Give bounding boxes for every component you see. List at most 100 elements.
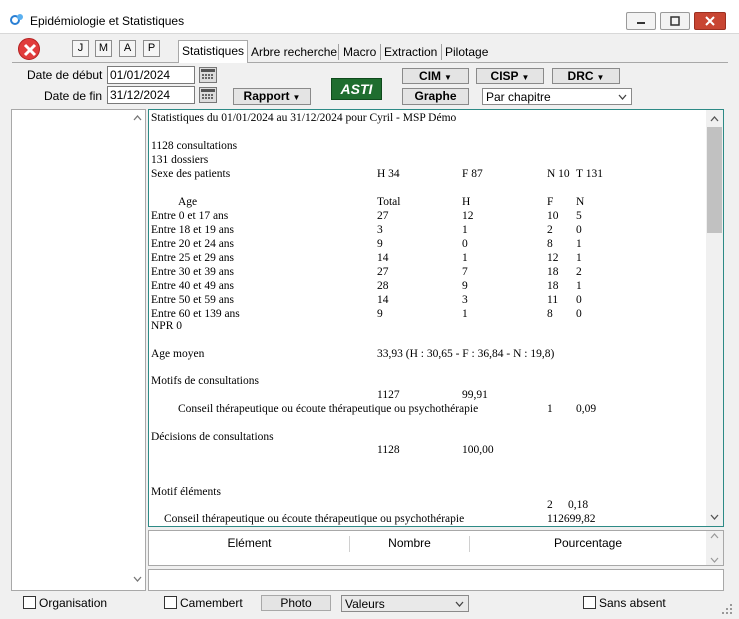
decisions-label: Décisions de consultations [151,431,274,443]
rapport-label: Rapport [243,89,290,103]
calendar-icon[interactable] [199,67,217,83]
tab-statistiques[interactable]: Statistiques [178,40,249,63]
column-header-element[interactable]: Elément [150,536,350,552]
age-row-h: 1 [462,308,468,320]
scroll-down-icon[interactable] [133,576,142,582]
report-heading: Statistiques du 01/01/2024 au 31/12/2024… [151,112,457,124]
age-row-h: 1 [462,252,468,264]
red-close-icon [23,43,37,57]
age-row-h: 12 [462,210,474,222]
age-row-n: 5 [576,210,582,222]
asti-logo[interactable]: ASTI [331,78,382,100]
cim-button[interactable]: CIM ▼ [402,68,469,84]
date-debut-label: Date de début [27,68,103,82]
scroll-up-icon[interactable] [133,115,142,121]
decisions-pct: 100,00 [462,444,494,456]
status-panel [148,569,724,591]
column-header-nombre[interactable]: Nombre [350,536,470,552]
red-close-button[interactable] [18,38,40,60]
tab-arbre-recherche[interactable]: Arbre recherche [248,42,340,62]
minimize-button[interactable] [626,12,656,30]
motif-item-pct: 0,09 [576,403,597,415]
age-row-label: Entre 30 et 39 ans [151,266,235,278]
age-row-total: 27 [377,266,389,278]
calendar-icon[interactable] [199,87,217,103]
cisp-label: CISP [490,69,519,83]
column-header-pourcentage[interactable]: Pourcentage [470,536,706,552]
rapport-button[interactable]: Rapport ▼ [233,88,311,105]
age-row-label: Entre 40 et 49 ans [151,280,235,292]
scroll-up-icon[interactable] [710,116,719,122]
photo-button[interactable]: Photo [261,595,331,611]
age-row-n: 0 [576,294,582,306]
scroll-down-icon[interactable] [710,514,719,520]
valeurs-select[interactable]: Valeurs [341,595,469,612]
age-row-total: 14 [377,294,389,306]
period-day-button[interactable]: J [72,40,89,57]
date-fin-input[interactable] [107,86,195,104]
resize-grip-icon[interactable] [720,602,734,616]
decisions-count: 1128 [377,444,400,456]
chapitre-select[interactable]: Par chapitre [482,88,632,105]
motif-item-label: Conseil thérapeutique ou écoute thérapeu… [178,403,479,415]
elem-count: 2 [547,499,553,511]
scroll-up-icon[interactable] [710,533,719,539]
elem-pct: 0,18 [568,499,589,511]
drc-button[interactable]: DRC ▼ [552,68,620,84]
motif-item-count: 1 [547,403,553,415]
report-scroll-thumb[interactable] [707,127,722,233]
sans-absent-label: Sans absent [599,596,666,610]
age-header-h: H [462,196,471,208]
sexe-h: H 34 [377,168,400,180]
cim-label: CIM [419,69,442,83]
chapitre-select-value: Par chapitre [486,90,551,104]
maximize-icon [670,16,680,26]
close-window-button[interactable] [694,12,726,30]
age-row-f: 8 [547,238,553,250]
period-custom-button[interactable]: P [143,40,160,57]
cisp-button[interactable]: CISP ▼ [476,68,544,84]
tab-divider [12,62,728,63]
camembert-label: Camembert [180,596,243,610]
camembert-checkbox[interactable] [164,596,177,609]
age-row-label: Entre 20 et 24 ans [151,238,235,250]
age-row-total: 28 [377,280,389,292]
elem-item-label: Conseil thérapeutique ou écoute thérapeu… [164,513,465,525]
left-scrollbar[interactable] [130,110,145,590]
valeurs-select-value: Valeurs [345,597,385,611]
scroll-down-icon[interactable] [710,557,719,563]
age-row-label: Entre 18 et 19 ans [151,224,235,236]
chevron-down-icon [455,601,464,607]
motifs-count: 1127 [377,389,400,401]
title-bar: Epidémiologie et Statistiques [0,0,739,34]
sexe-n: N 10 [547,168,570,180]
age-row-h: 3 [462,294,468,306]
age-row-label: Entre 0 et 17 ans [151,210,229,222]
age-row-total: 27 [377,210,389,222]
age-row-n: 2 [576,266,582,278]
sexe-label: Sexe des patients [151,168,231,180]
age-moyen-label: Age moyen [151,348,205,360]
tab-extraction[interactable]: Extraction [381,42,440,62]
table-scrollbar[interactable] [706,531,723,565]
chevron-down-icon [618,94,627,100]
age-moyen-value: 33,93 (H : 30,65 - F : 36,84 - N : 19,8) [377,348,555,360]
drc-label: DRC [567,69,594,83]
organisation-checkbox[interactable] [23,596,36,609]
left-list-panel[interactable] [11,109,146,591]
tab-pilotage[interactable]: Pilotage [442,42,491,62]
period-year-button[interactable]: A [119,40,136,57]
age-header: Age [178,196,198,208]
sans-absent-checkbox[interactable] [583,596,596,609]
period-month-button[interactable]: M [95,40,112,57]
tab-macro[interactable]: Macro [340,42,379,62]
chevron-down-icon: ▼ [292,93,301,102]
maximize-button[interactable] [660,12,690,30]
date-debut-input[interactable] [107,66,195,84]
graphe-button[interactable]: Graphe [402,88,469,105]
age-row-label: Entre 25 et 29 ans [151,252,235,264]
age-row-f: 10 [547,210,559,222]
tab-separator [338,44,339,60]
age-row-h: 9 [462,280,468,292]
sexe-t: T 131 [576,168,603,180]
